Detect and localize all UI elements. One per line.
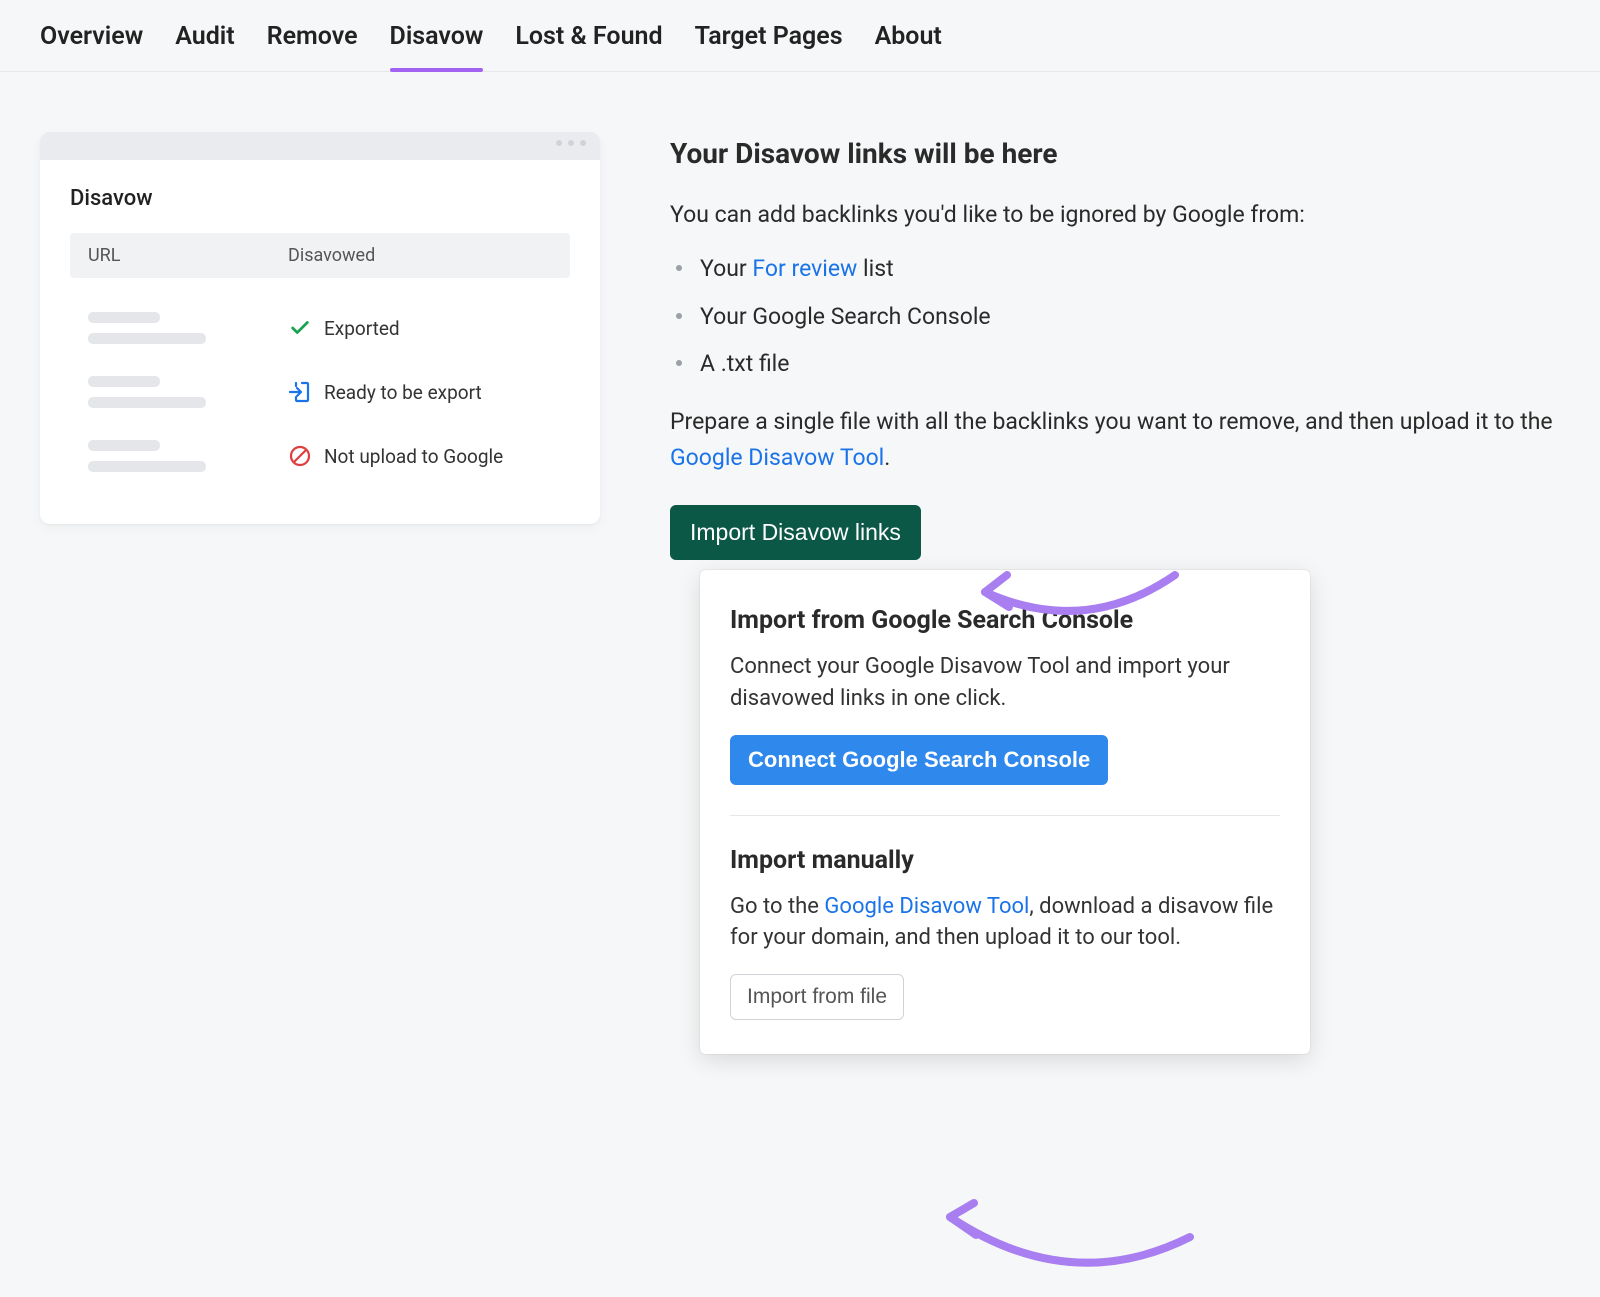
tab-about[interactable]: About (875, 22, 942, 71)
popover-manual-desc: Go to the Google Disavow Tool, download … (730, 891, 1280, 955)
bullet-txt: A .txt file (670, 346, 1560, 382)
preview-row: Not upload to Google (88, 424, 552, 488)
preview-status-label: Ready to be export (324, 381, 482, 404)
check-icon (288, 316, 312, 340)
import-popover: Import from Google Search Console Connec… (700, 570, 1310, 1054)
preview-url-placeholder (88, 376, 288, 408)
prepare-post: . (884, 444, 890, 471)
window-dots-icon (556, 140, 586, 146)
manual-pre: Go to the (730, 894, 824, 919)
preview-table-header: URL Disavowed (70, 233, 570, 278)
annotation-arrow-icon (930, 1187, 1230, 1297)
google-disavow-tool-link[interactable]: Google Disavow Tool (670, 444, 884, 471)
popover-gsc-title: Import from Google Search Console (730, 602, 1280, 641)
tab-remove[interactable]: Remove (267, 22, 358, 71)
bullet-for-review: Your For review list (670, 251, 1560, 287)
disavow-preview-card: Disavow URL Disavowed Exported (40, 132, 600, 524)
file-import-icon (288, 380, 312, 404)
prepare-pre: Prepare a single file with all the backl… (670, 408, 1553, 435)
tab-lost-and-found[interactable]: Lost & Found (515, 22, 662, 71)
bullet-text: list (857, 255, 893, 282)
popover-divider (730, 815, 1280, 816)
tab-disavow[interactable]: Disavow (390, 22, 484, 71)
preview-window-chrome (40, 132, 600, 160)
preview-row: Exported (88, 296, 552, 360)
popover-gsc-desc: Connect your Google Disavow Tool and imp… (730, 651, 1280, 715)
import-from-file-button[interactable]: Import from file (730, 974, 904, 1020)
preview-col-disavowed: Disavowed (288, 245, 375, 266)
bullet-text: Your (700, 255, 752, 282)
preview-url-placeholder (88, 440, 288, 472)
tab-bar: Overview Audit Remove Disavow Lost & Fou… (0, 0, 1600, 72)
ban-icon (288, 444, 312, 468)
google-disavow-tool-link[interactable]: Google Disavow Tool (824, 894, 1029, 919)
preview-col-url: URL (88, 245, 288, 266)
preview-status-label: Exported (324, 317, 400, 340)
for-review-link[interactable]: For review (752, 255, 857, 282)
main-content: Your Disavow links will be here You can … (670, 132, 1560, 1054)
preview-url-placeholder (88, 312, 288, 344)
content-intro: You can add backlinks you'd like to be i… (670, 197, 1560, 233)
preview-status-label: Not upload to Google (324, 445, 503, 468)
preview-title: Disavow (70, 186, 570, 211)
tab-audit[interactable]: Audit (175, 22, 234, 71)
import-disavow-links-button[interactable]: Import Disavow links (670, 505, 921, 560)
bullet-gsc: Your Google Search Console (670, 299, 1560, 335)
tab-overview[interactable]: Overview (40, 22, 143, 71)
content-heading: Your Disavow links will be here (670, 132, 1560, 175)
prepare-text: Prepare a single file with all the backl… (670, 404, 1560, 475)
tab-target-pages[interactable]: Target Pages (695, 22, 843, 71)
preview-row: Ready to be export (88, 360, 552, 424)
popover-manual-title: Import manually (730, 842, 1280, 881)
connect-gsc-button[interactable]: Connect Google Search Console (730, 735, 1108, 785)
